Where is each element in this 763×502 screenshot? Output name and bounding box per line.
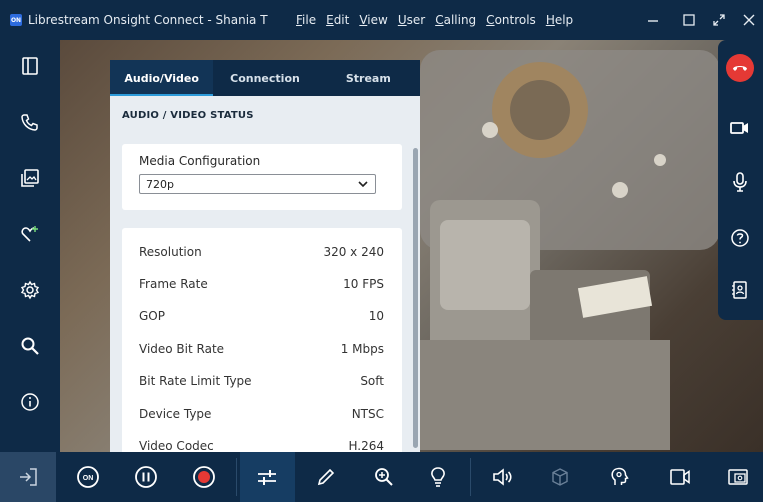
chevron-down-icon [358,181,368,188]
maximize-icon[interactable] [676,0,702,40]
stat-row-video-codec: Video Codec H.264 [139,436,384,452]
stat-value: Soft [360,374,384,388]
head-settings-icon[interactable] [604,461,636,493]
right-sidebar [718,40,763,320]
media-configuration-value: 720p [146,177,174,191]
fullscreen-icon[interactable] [706,0,732,40]
panel-toggle-icon[interactable] [14,50,46,82]
section-title: AUDIO / VIDEO STATUS [122,110,254,121]
menu-bar: File Edit View User Calling Controls Hel… [296,0,583,40]
media-configuration-label: Media Configuration [139,154,261,168]
camera-switch-icon[interactable] [664,461,696,493]
toolbar-divider [236,458,237,496]
menu-help[interactable]: Help [546,13,573,27]
stat-label: Video Codec [139,439,214,452]
zoom-in-icon[interactable] [368,461,400,493]
bottom-toolbar: ON [0,452,763,502]
search-icon[interactable] [14,330,46,362]
stat-row-gop: GOP 10 [139,306,384,326]
stat-row-video-bit-rate: Video Bit Rate 1 Mbps [139,339,384,359]
contacts-icon[interactable] [724,274,756,306]
lightbulb-icon[interactable] [422,461,454,493]
help-icon[interactable] [724,222,756,254]
on-toggle-label: ON [83,475,94,482]
video-camera-icon[interactable] [724,112,756,144]
pen-icon[interactable] [310,461,342,493]
stat-label: Device Type [139,407,212,421]
picture-in-picture-icon[interactable] [722,461,754,493]
microphone-icon[interactable] [724,166,756,198]
stat-label: Resolution [139,245,202,259]
3d-box-icon[interactable] [544,461,576,493]
adjustments-icon[interactable] [251,461,283,493]
app-logo-icon: ON [10,14,22,26]
menu-calling[interactable]: Calling [435,13,476,27]
phone-icon[interactable] [14,106,46,138]
menu-controls[interactable]: Controls [486,13,536,27]
toolbar-divider [470,458,471,496]
favorites-icon[interactable] [14,218,46,250]
stats-card: Resolution 320 x 240 Frame Rate 10 FPS G… [122,228,402,452]
speaker-icon[interactable] [487,461,519,493]
stat-row-bit-rate-limit-type: Bit Rate Limit Type Soft [139,371,384,391]
panel-body: AUDIO / VIDEO STATUS Media Configuration… [110,96,420,452]
menu-file[interactable]: File [296,13,316,27]
record-icon[interactable] [188,461,220,493]
menu-edit[interactable]: Edit [326,13,349,27]
stat-row-device-type: Device Type NTSC [139,404,384,424]
stat-label: Bit Rate Limit Type [139,374,252,388]
close-icon[interactable] [736,0,762,40]
stat-label: Frame Rate [139,277,208,291]
settings-icon[interactable] [14,274,46,306]
on-toggle-icon[interactable]: ON [72,461,104,493]
tab-connection[interactable]: Connection [213,60,316,96]
stat-label: Video Bit Rate [139,342,225,356]
tab-audio-video[interactable]: Audio/Video [110,60,214,96]
gallery-icon[interactable] [14,162,46,194]
stat-value: 1 Mbps [340,342,384,356]
stat-row-resolution: Resolution 320 x 240 [139,242,384,262]
stat-row-frame-rate: Frame Rate 10 FPS [139,274,384,294]
stat-value: 320 x 240 [323,245,384,259]
exit-icon[interactable] [12,461,44,493]
panel-scrollbar[interactable] [413,148,418,448]
audio-video-panel: Audio/Video Connection Stream AUDIO / VI… [110,60,420,452]
stat-label: GOP [139,309,165,323]
media-configuration-card: Media Configuration 720p [122,144,402,210]
panel-tabs: Audio/Video Connection Stream [110,60,420,96]
end-call-icon[interactable] [726,54,754,82]
window-title: Librestream Onsight Connect - Shania T [28,13,268,27]
left-sidebar [0,40,60,452]
stat-value: H.264 [348,439,384,452]
stat-value: NTSC [351,407,384,421]
minimize-icon[interactable] [640,0,666,40]
menu-view[interactable]: View [359,13,387,27]
stat-value: 10 [368,309,384,323]
media-configuration-select[interactable]: 720p [139,174,376,194]
pause-icon[interactable] [130,461,162,493]
menu-user[interactable]: User [398,13,425,27]
stat-value: 10 FPS [343,277,384,291]
info-icon[interactable] [14,386,46,418]
tab-stream[interactable]: Stream [317,60,420,96]
